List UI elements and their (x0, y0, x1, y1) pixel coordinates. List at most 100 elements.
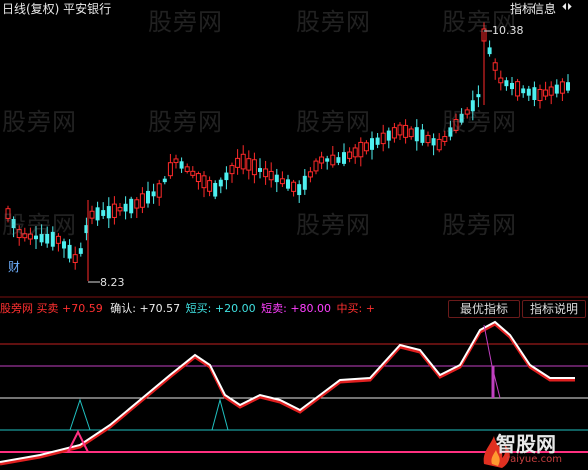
watermark: 股旁网 (442, 108, 517, 136)
candle-body (380, 132, 386, 145)
candle-body (179, 161, 184, 169)
candle-body (207, 180, 213, 192)
finance-marker[interactable]: 财 (8, 258, 20, 275)
info-menu-button[interactable]: 信息 (532, 0, 556, 17)
candle-body (548, 86, 554, 96)
candle-body (347, 151, 353, 159)
candle-body (425, 134, 431, 144)
confirm-value: +70.57 (139, 302, 181, 315)
short-buy-label: 短买: (185, 302, 212, 315)
candle-body (397, 124, 403, 136)
watermark: 股旁网 (148, 8, 223, 36)
short-sell-value: +80.00 (290, 302, 332, 315)
candle-body (414, 127, 419, 142)
candle-body (510, 82, 514, 90)
candle-body (95, 207, 100, 221)
candle-body (307, 171, 313, 178)
candle-body (532, 87, 537, 101)
candle-body (492, 62, 498, 71)
candle-body (297, 184, 302, 196)
watermark: 股旁网 (2, 211, 77, 239)
candle-body (274, 174, 279, 183)
candle-body (336, 157, 341, 163)
signal-spike (67, 429, 89, 453)
candle-body (213, 182, 218, 197)
candle-body (559, 81, 565, 94)
candle-body (190, 170, 196, 176)
candle-body (218, 179, 223, 187)
indicator-name: 股旁网 买卖 (0, 302, 59, 315)
candle-body (62, 241, 66, 249)
candle-body (291, 181, 297, 192)
watermark: 股旁网 (442, 211, 517, 239)
candle-body (498, 77, 504, 84)
candle-body (167, 162, 173, 177)
candle-body (279, 178, 285, 185)
candle-body (201, 175, 207, 189)
candle-body (246, 158, 252, 171)
candle-body (162, 178, 167, 183)
candle-body (195, 173, 201, 183)
candle-body (111, 203, 117, 218)
high-price-label: 10.38 (492, 24, 524, 37)
candle-body (375, 137, 380, 145)
candle-body (325, 158, 330, 162)
candle-body (352, 147, 358, 158)
candle-body (251, 159, 257, 176)
indicator-menu-button[interactable]: 指标 (510, 0, 534, 17)
indicator-name-value: +70.59 (62, 302, 103, 315)
candle-body (235, 157, 241, 168)
candle-body (313, 160, 319, 172)
candle-body (358, 141, 364, 158)
short-buy-value: +20.00 (214, 302, 256, 315)
candle-body (537, 88, 543, 102)
candle-body (258, 168, 262, 172)
candle-body (386, 130, 391, 141)
candle-body (263, 168, 269, 178)
candle-body (106, 206, 111, 219)
candle-body (134, 199, 140, 209)
candle-body (370, 138, 374, 150)
brand-name: 智股网 (496, 432, 556, 456)
watermark: 股旁网 (148, 108, 223, 136)
candle-body (363, 142, 369, 152)
candle-body (504, 80, 509, 87)
signal-spike (69, 398, 91, 431)
candle-body (543, 89, 549, 97)
indicator-help-button[interactable]: 指标说明 (522, 300, 586, 318)
candle-body (420, 129, 425, 143)
candle-body (151, 191, 156, 197)
candle-body (554, 84, 559, 94)
candle-body (436, 138, 442, 151)
signal-spike (483, 324, 501, 399)
candle-body (286, 179, 290, 189)
candle-body (487, 47, 492, 55)
candle-body (342, 152, 346, 164)
candle-body (476, 94, 481, 98)
candle-body (391, 127, 397, 139)
candle-body (173, 158, 179, 164)
watermark: 股旁网 (296, 8, 371, 36)
candle-body (302, 175, 307, 190)
candle-body (146, 190, 150, 204)
scroll-arrows-icon[interactable]: ⏴⏵ (562, 2, 572, 13)
window-title: 日线(复权) 平安银行 (2, 2, 112, 16)
candle-body (139, 193, 145, 208)
watermark: 股旁网 (2, 108, 77, 136)
candle-body (403, 124, 409, 138)
confirm-label: 确认: (110, 302, 136, 315)
candle-body (521, 88, 526, 94)
candle-body (240, 153, 246, 170)
candle-body (224, 172, 229, 181)
mid-buy-value: + (365, 302, 375, 315)
watermark: 股旁网 (296, 211, 371, 239)
brand-url: raiyue.com (506, 454, 562, 465)
candle-body (129, 198, 134, 214)
candle-body (442, 136, 448, 142)
price-chart[interactable] (0, 0, 588, 298)
candle-body (229, 165, 235, 175)
candle-body (408, 128, 414, 138)
candle-body (156, 183, 162, 198)
candle-body (330, 154, 336, 166)
best-indicator-button[interactable]: 最优指标 (448, 300, 520, 318)
